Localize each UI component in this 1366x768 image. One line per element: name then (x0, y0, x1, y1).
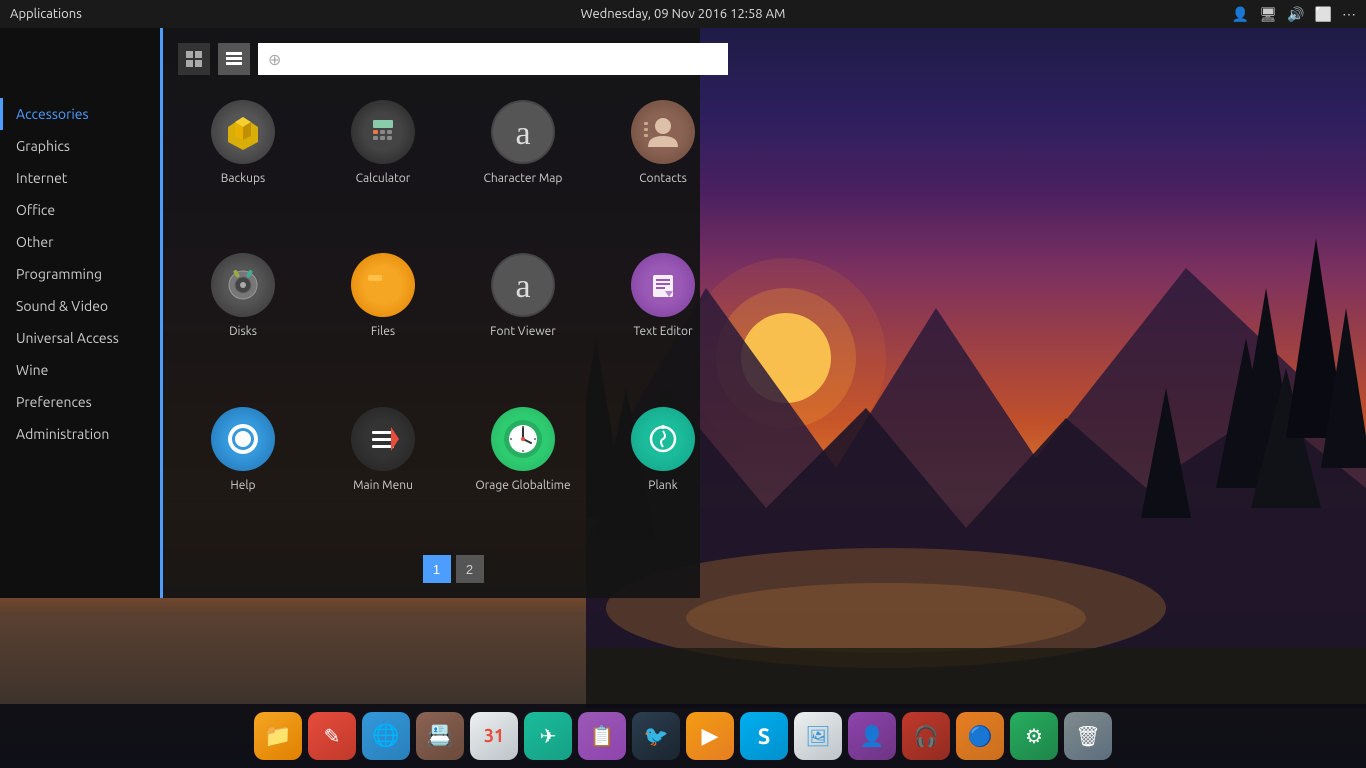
sidebar: Accessories Graphics Internet Office Oth… (0, 28, 160, 598)
app-fontviewer[interactable]: a Font Viewer (458, 243, 588, 386)
sidebar-item-graphics[interactable]: Graphics (0, 130, 160, 162)
main-content: ⊕ Backups (163, 28, 743, 598)
app-grid: Backups Calculator (178, 90, 728, 540)
dock-files[interactable]: 📁 (254, 712, 302, 760)
dock-player[interactable]: ▶ (686, 712, 734, 760)
app-disks[interactable]: Disks (178, 243, 308, 386)
page-1-button[interactable]: 1 (423, 555, 451, 583)
pagination: 1 2 (178, 555, 728, 583)
svg-text:a: a (515, 268, 530, 305)
sidebar-item-universal-access[interactable]: Universal Access (0, 322, 160, 354)
app-backups[interactable]: Backups (178, 90, 308, 233)
plank-icon (631, 407, 695, 471)
app-menu: Accessories Graphics Internet Office Oth… (0, 28, 700, 598)
charmap-label: Character Map (484, 172, 563, 185)
topbar-right: 👤 🖥 🔊 ⬜ ⋯ (1232, 6, 1356, 23)
user-icon[interactable]: 👤 (1232, 6, 1249, 23)
dock-user[interactable]: 👤 (848, 712, 896, 760)
sidebar-item-wine[interactable]: Wine (0, 354, 160, 386)
screen-icon[interactable]: ⬜ (1315, 6, 1332, 23)
dock-skype[interactable]: S (740, 712, 788, 760)
volume-icon[interactable]: 🔊 (1287, 6, 1304, 23)
charmap-icon: a (491, 100, 555, 164)
mainmenu-label: Main Menu (353, 479, 413, 492)
search-input[interactable] (286, 51, 718, 67)
app-calculator[interactable]: Calculator (318, 90, 448, 233)
app-files[interactable]: Files (318, 243, 448, 386)
app-orage[interactable]: Orage Globaltime (458, 397, 588, 540)
app-help[interactable]: Help (178, 397, 308, 540)
app-charmap[interactable]: a Character Map (458, 90, 588, 233)
help-label: Help (230, 479, 255, 492)
fontviewer-icon: a (491, 253, 555, 317)
calculator-label: Calculator (356, 172, 411, 185)
contacts-icon (631, 100, 695, 164)
topbar-left: Applications (10, 7, 82, 21)
calculator-icon (351, 100, 415, 164)
app-texteditor[interactable]: Text Editor (598, 243, 728, 386)
fontviewer-label: Font Viewer (490, 325, 556, 338)
topbar: Applications Wednesday, 09 Nov 2016 12:5… (0, 0, 1366, 28)
page-2-button[interactable]: 2 (456, 555, 484, 583)
sidebar-item-office[interactable]: Office (0, 194, 160, 226)
sidebar-item-internet[interactable]: Internet (0, 162, 160, 194)
backups-icon (211, 100, 275, 164)
top-controls: ⊕ (178, 43, 728, 75)
display-icon[interactable]: 🖥 (1259, 6, 1277, 23)
sidebar-item-programming[interactable]: Programming (0, 258, 160, 290)
sidebar-item-preferences[interactable]: Preferences (0, 386, 160, 418)
disks-icon (211, 253, 275, 317)
orage-label: Orage Globaltime (475, 479, 570, 492)
orage-icon (491, 407, 555, 471)
topbar-clock: Wednesday, 09 Nov 2016 12:58 AM (581, 7, 786, 21)
list-view-button[interactable] (218, 43, 250, 75)
plank-label: Plank (648, 479, 677, 492)
search-bar[interactable]: ⊕ (258, 43, 728, 75)
help-icon (211, 407, 275, 471)
menu-dots-icon[interactable]: ⋯ (1342, 6, 1356, 23)
sidebar-item-other[interactable]: Other (0, 226, 160, 258)
disks-label: Disks (229, 325, 257, 338)
sidebar-item-administration[interactable]: Administration (0, 418, 160, 450)
app-plank[interactable]: Plank (598, 397, 728, 540)
dock-trash[interactable]: 🗑 (1064, 712, 1112, 760)
sidebar-item-sound-video[interactable]: Sound & Video (0, 290, 160, 322)
dock-ubuntu[interactable]: 🔵 (956, 712, 1004, 760)
backups-label: Backups (221, 172, 266, 185)
files-icon (351, 253, 415, 317)
dock-globe[interactable]: 🌐 (362, 712, 410, 760)
svg-text:a: a (515, 115, 530, 152)
app-mainmenu[interactable]: Main Menu (318, 397, 448, 540)
texteditor-label: Text Editor (633, 325, 692, 338)
dock-notes[interactable]: 📋 (578, 712, 626, 760)
apps-menu-button[interactable]: Applications (10, 7, 82, 21)
dock-audio[interactable]: 🎧 (902, 712, 950, 760)
dock-twitter[interactable]: 🐦 (632, 712, 680, 760)
texteditor-icon (631, 253, 695, 317)
mainmenu-icon (351, 407, 415, 471)
dock-calendar[interactable]: 31 (470, 712, 518, 760)
dock-settings[interactable]: ⚙ (1010, 712, 1058, 760)
dock-pencil[interactable]: ✎ (308, 712, 356, 760)
taskbar: 📁 ✎ 🌐 📇 31 ✈ 📋 🐦 ▶ S 🖼 👤 🎧 🔵 ⚙ 🗑 (0, 704, 1366, 768)
sidebar-item-accessories[interactable]: Accessories (0, 98, 160, 130)
dock-vpn[interactable]: ✈ (524, 712, 572, 760)
contacts-label: Contacts (639, 172, 687, 185)
app-contacts[interactable]: Contacts (598, 90, 728, 233)
grid-view-button[interactable] (178, 43, 210, 75)
files-label: Files (371, 325, 395, 338)
dock-contacts[interactable]: 📇 (416, 712, 464, 760)
dock-images[interactable]: 🖼 (794, 712, 842, 760)
